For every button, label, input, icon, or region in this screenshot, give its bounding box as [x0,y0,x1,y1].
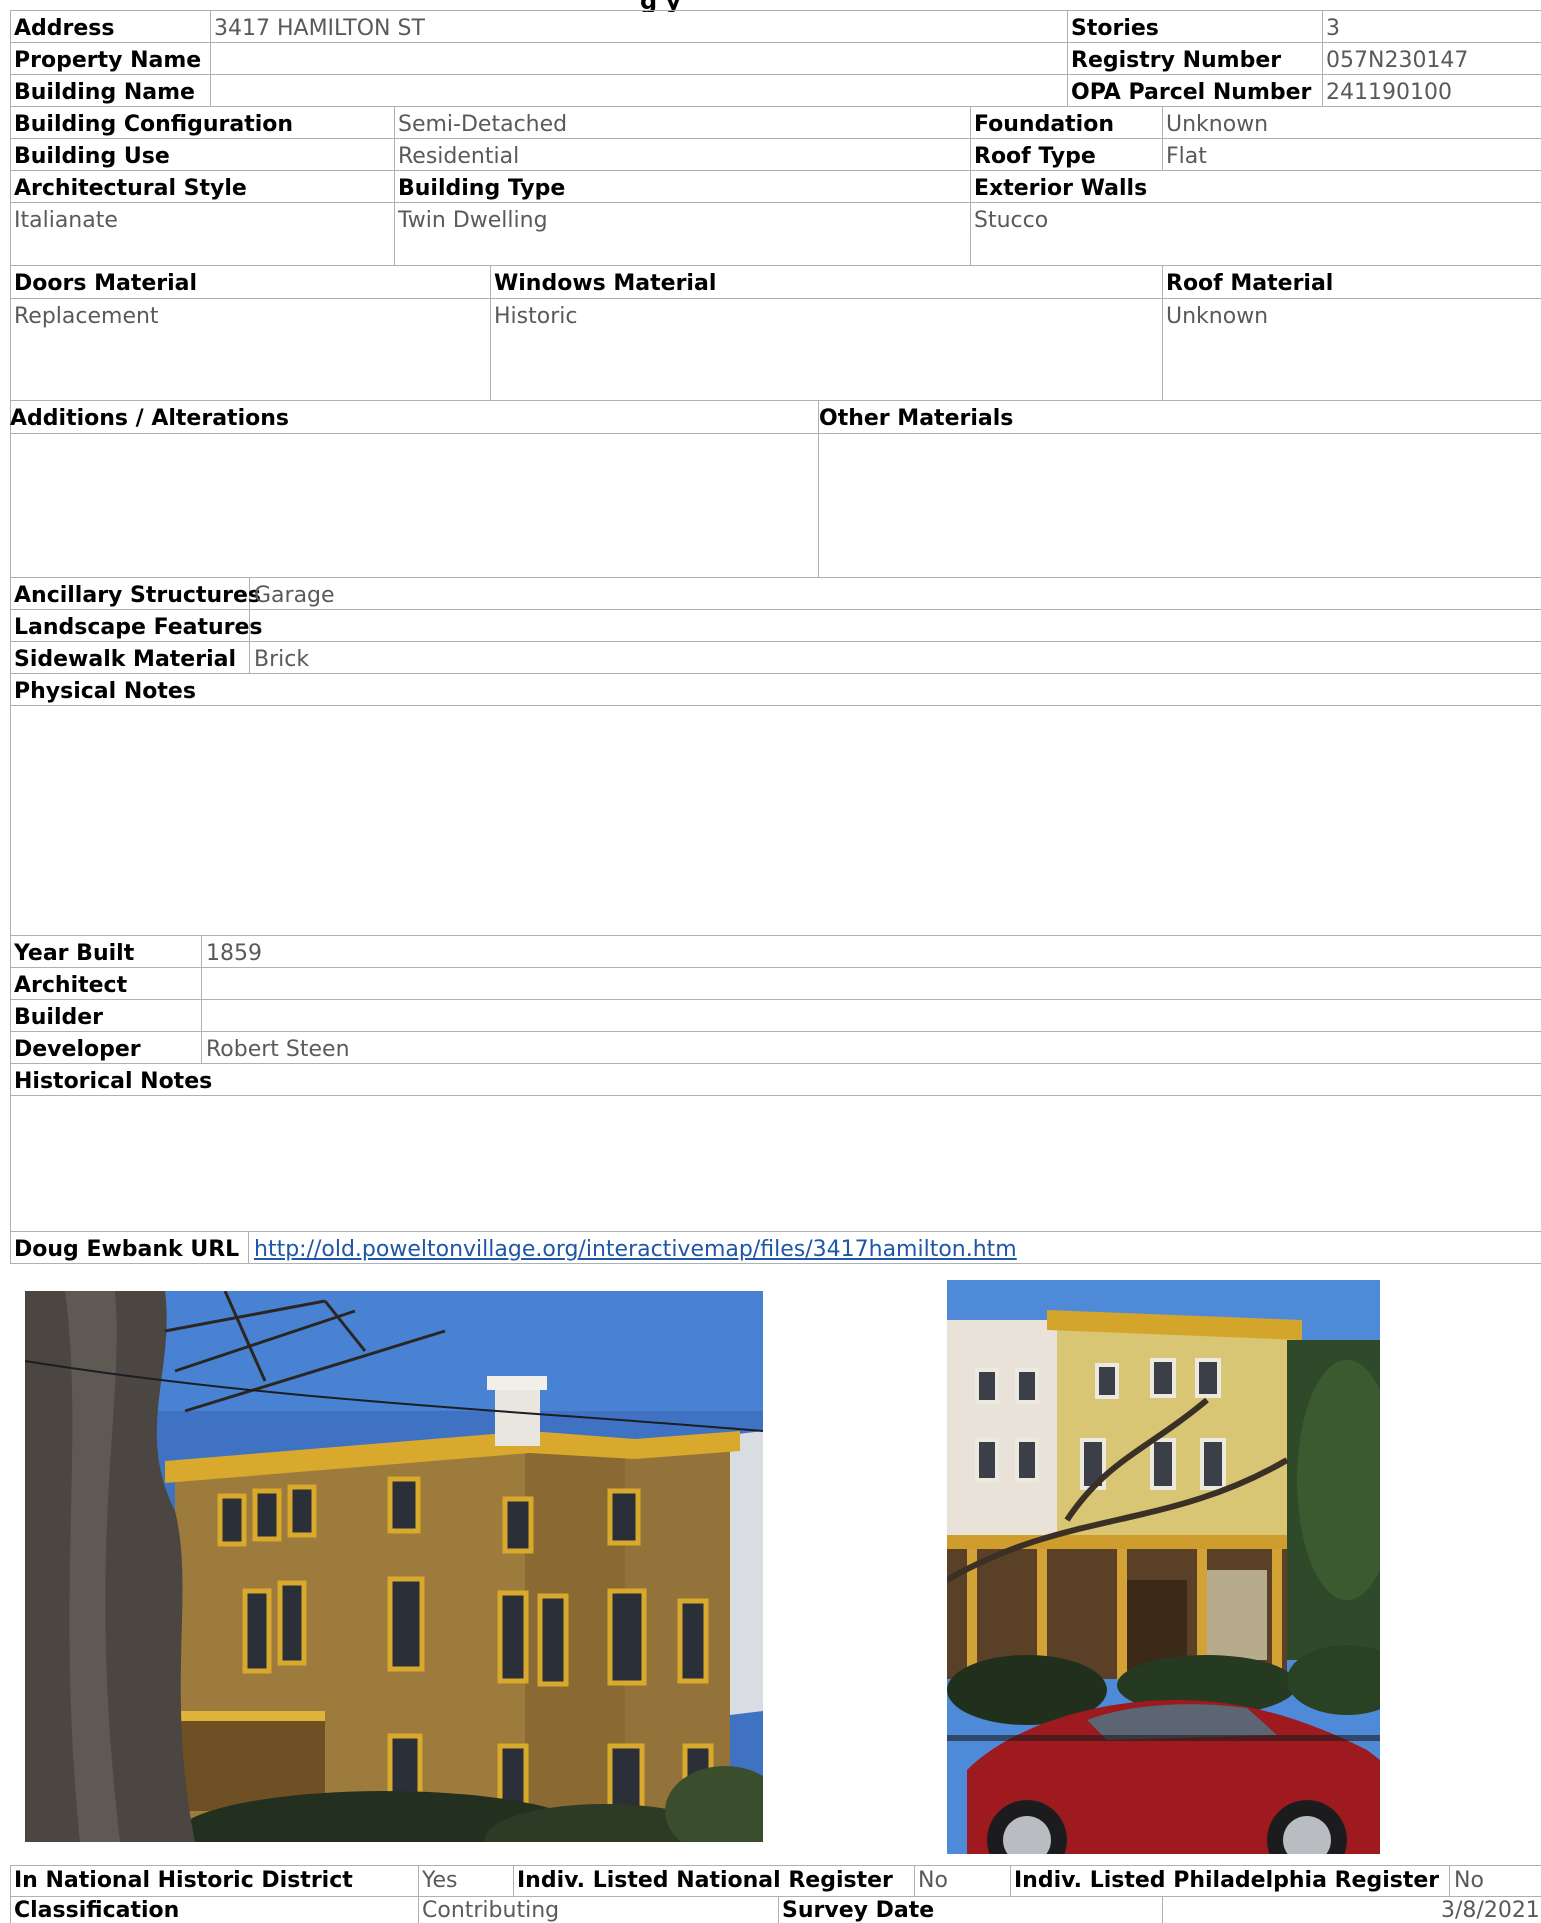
national-register-label: Indiv. Listed National Register [517,1868,893,1893]
landscape-features-label: Landscape Features [14,615,263,640]
architectural-style-label: Architectural Style [14,176,247,201]
doug-ewbank-url-label: Doug Ewbank URL [14,1237,240,1262]
developer-label: Developer [14,1037,141,1062]
building-photo-front-icon [947,1280,1380,1854]
building-type-value: Twin Dwelling [398,208,548,233]
ancillary-structures-value: Garage [254,583,335,608]
classification-value: Contributing [422,1898,560,1923]
building-config-label: Building Configuration [14,112,294,137]
registry-number-label: Registry Number [1071,48,1282,73]
building-config-value: Semi-Detached [398,112,568,137]
roof-material-value: Unknown [1166,304,1269,329]
builder-label: Builder [14,1005,104,1030]
front-elevation-photo [947,1280,1380,1854]
opa-parcel-label: OPA Parcel Number [1071,80,1312,105]
windows-material-value: Historic [494,304,578,329]
roof-type-value: Flat [1166,144,1207,169]
stories-label: Stories [1071,16,1159,41]
physical-notes-label: Physical Notes [14,679,196,704]
opa-parcel-value: 241190100 [1326,80,1452,105]
doors-material-label: Doors Material [14,271,198,296]
philadelphia-register-label: Indiv. Listed Philadelphia Register [1014,1868,1440,1893]
address-label: Address [14,16,115,41]
roof-material-label: Roof Material [1166,271,1334,296]
sidewalk-material-value: Brick [254,647,310,672]
developer-value: Robert Steen [206,1037,350,1062]
address-value: 3417 HAMILTON ST [214,16,425,41]
survey-date-label: Survey Date [782,1898,935,1923]
roof-type-label: Roof Type [974,144,1096,169]
architect-label: Architect [14,973,128,998]
national-register-value: No [918,1868,948,1893]
building-use-label: Building Use [14,144,170,169]
side-elevation-photo [25,1291,763,1842]
year-built-value: 1859 [206,941,262,966]
stories-value: 3 [1326,16,1340,41]
exterior-walls-value: Stucco [974,208,1049,233]
survey-form-page: g y Address 3417 HAMILTON ST Property Na… [0,0,1541,1923]
national-historic-district-label: In National Historic District [14,1868,353,1893]
year-built-label: Year Built [14,941,135,966]
foundation-value: Unknown [1166,112,1269,137]
building-use-value: Residential [398,144,520,169]
ancillary-structures-label: Ancillary Structures [14,583,262,608]
sidewalk-material-label: Sidewalk Material [14,647,237,672]
windows-material-label: Windows Material [494,271,717,296]
national-historic-district-value: Yes [422,1868,458,1893]
doug-ewbank-url-link[interactable]: http://old.poweltonvillage.org/interacti… [254,1235,1017,1265]
exterior-walls-label: Exterior Walls [974,176,1148,201]
architectural-style-value: Italianate [14,208,118,233]
foundation-label: Foundation [974,112,1115,137]
building-photo-side-icon [25,1291,763,1842]
classification-label: Classification [14,1898,180,1923]
doors-material-value: Replacement [14,304,159,329]
historical-notes-label: Historical Notes [14,1069,213,1094]
building-name-label: Building Name [14,80,195,105]
survey-date-value: 3/8/2021 [1441,1898,1540,1923]
other-materials-label: Other Materials [819,406,1014,431]
registry-number-value: 057N230147 [1326,48,1469,73]
property-name-label: Property Name [14,48,202,73]
philadelphia-register-value: No [1454,1868,1484,1893]
building-type-label: Building Type [398,176,566,201]
additions-label: Additions / Alterations [10,406,289,431]
